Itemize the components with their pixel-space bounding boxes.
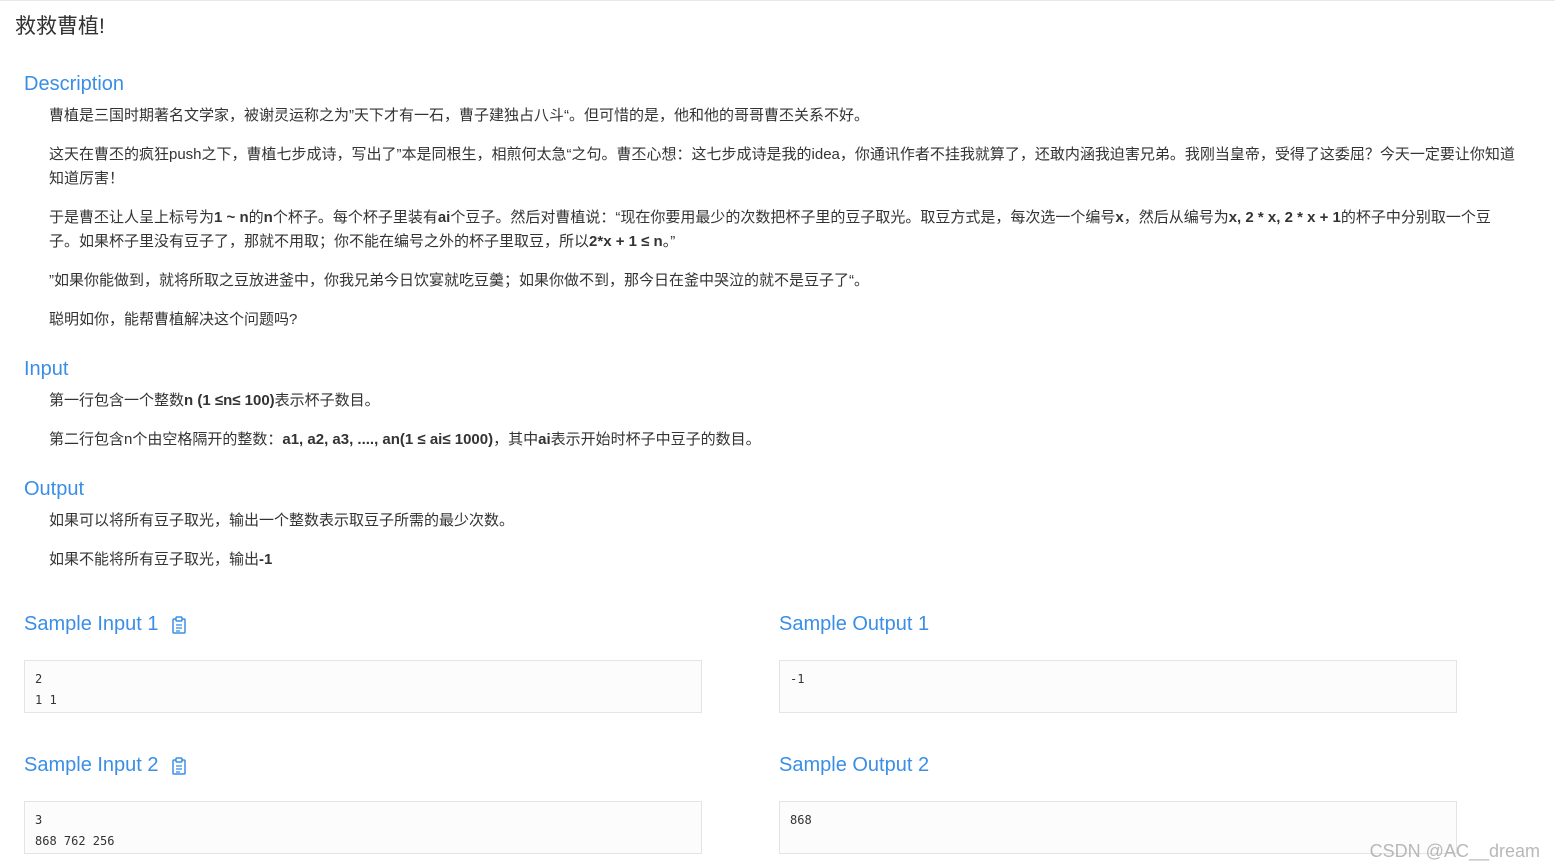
description-paragraph-2: 这天在曹丕的疯狂push之下，曹植七步成诗，写出了”本是同根生，相煎何太急“之句… (49, 146, 1515, 187)
sample-input-1-header: Sample Input 1 (24, 613, 187, 636)
sample-output-1-header: Sample Output 1 (779, 613, 929, 636)
description-paragraph-3: 于是曹丕让人呈上标号为1 ~ n的n个杯子。每个杯子里装有ai个豆子。然后对曹植… (49, 209, 1491, 250)
sample-input-1-box[interactable]: 2 1 1 (24, 660, 702, 713)
description-paragraph-4: ”如果你能做到，就将所取之豆放进釜中，你我兄弟今日饮宴就吃豆羹；如果你做不到，那… (49, 272, 869, 289)
problem-title: 救救曹植! (15, 15, 105, 38)
clipboard-icon[interactable] (171, 756, 187, 775)
sample-output-2-title: Sample Output 2 (779, 754, 930, 776)
output-paragraph-1: 如果可以将所有豆子取光，输出一个整数表示取豆子所需的最少次数。 (49, 512, 515, 529)
sample-output-1-title: Sample Output 1 (779, 613, 930, 635)
sample-output-2-header: Sample Output 2 (779, 754, 929, 777)
description-paragraph-5: 聪明如你，能帮曹植解决这个问题吗? (49, 311, 298, 328)
input-paragraph-1: 第一行包含一个整数n (1 ≤n≤ 100)表示杯子数目。 (49, 392, 380, 409)
description-heading: Description (24, 73, 125, 95)
sample-output-1-box[interactable]: -1 (779, 660, 1457, 713)
sample-input-1-title: Sample Input 1 (24, 613, 159, 635)
input-heading: Input (24, 358, 69, 380)
description-paragraph-1: 曹植是三国时期著名文学家，被谢灵运称之为”天下才有一石，曹子建独占八斗“。但可惜… (49, 107, 869, 124)
watermark: CSDN @AC__dream (1369, 841, 1540, 861)
sample-input-2-box[interactable]: 3 868 762 256 (24, 801, 702, 854)
problem-page: 救救曹植! Description 曹植是三国时期著名文学家，被谢灵运称之为”天… (0, 0, 1555, 868)
sample-input-2-header: Sample Input 2 (24, 754, 187, 777)
sample-output-2-box[interactable]: 868 (779, 801, 1457, 854)
input-paragraph-2: 第二行包含n个由空格隔开的整数：a1, a2, a3, ...., an(1 ≤… (49, 431, 761, 448)
sample-input-2-title: Sample Input 2 (24, 754, 159, 776)
output-heading: Output (24, 478, 85, 500)
output-paragraph-2: 如果不能将所有豆子取光，输出-1 (49, 551, 273, 568)
clipboard-icon[interactable] (171, 615, 187, 634)
